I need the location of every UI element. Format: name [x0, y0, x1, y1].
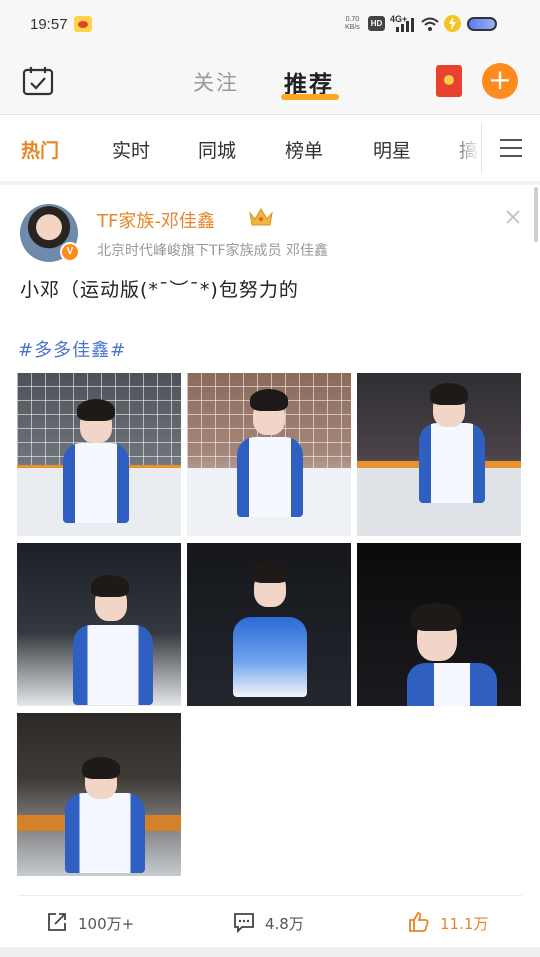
- top-header: 关注 推荐 +: [0, 50, 540, 114]
- active-tab-indicator: [281, 94, 339, 100]
- battery-icon: [467, 17, 497, 31]
- network-type: 4G+: [390, 14, 408, 24]
- author-subtitle: 北京时代峰峻旗下TF家族成员 邓佳鑫: [97, 243, 329, 259]
- status-bar: 19:57 0.70 KB/s HD 4G+: [0, 0, 540, 50]
- channel-divider: [481, 123, 482, 173]
- charging-icon: [444, 15, 461, 32]
- channel-celebrity[interactable]: 明星: [373, 136, 411, 163]
- post-image[interactable]: [357, 543, 521, 706]
- post-image[interactable]: [17, 713, 181, 876]
- author-name[interactable]: TF家族-邓佳鑫: [97, 207, 215, 233]
- network-speed-value: 0.70: [345, 16, 360, 23]
- comment-count: 4.8万: [265, 915, 304, 933]
- crown-icon: [249, 208, 273, 226]
- channel-bar: 热门 实时 同城 榜单 明星 搞: [0, 115, 540, 181]
- like-count: 11.1万: [440, 915, 489, 933]
- channel-fade: [448, 115, 480, 181]
- comment-icon: [234, 913, 254, 933]
- channel-local[interactable]: 同城: [198, 136, 236, 163]
- weibo-notification-icon: [74, 16, 92, 32]
- network-speed-unit: KB/s: [345, 24, 360, 31]
- signal-bar: [411, 18, 414, 32]
- tab-follow[interactable]: 关注: [193, 67, 239, 97]
- add-button[interactable]: +: [482, 63, 518, 99]
- wifi-icon: [421, 17, 439, 31]
- post-image[interactable]: [17, 543, 181, 706]
- close-icon[interactable]: [505, 209, 521, 225]
- channel-hot[interactable]: 热门: [21, 136, 59, 163]
- share-icon: [48, 913, 66, 931]
- like-icon: [409, 912, 429, 932]
- post-image[interactable]: [17, 373, 181, 536]
- next-card-edge: [0, 947, 540, 957]
- scrollbar[interactable]: [534, 187, 538, 242]
- post-image[interactable]: [187, 543, 351, 706]
- status-time: 19:57: [30, 16, 68, 33]
- calendar-checkin-icon[interactable]: [22, 66, 54, 96]
- verified-badge: V: [60, 242, 80, 262]
- signal-bar: [401, 24, 404, 32]
- channel-realtime[interactable]: 实时: [112, 136, 150, 163]
- signal-bar: [406, 21, 409, 32]
- post-text: 小邓（运动版(*¯︶¯*)包努力的: [20, 279, 299, 301]
- hashtag-link[interactable]: #多多佳鑫#: [18, 336, 126, 362]
- red-packet-icon[interactable]: [436, 65, 462, 97]
- signal-icon: 4G+: [390, 14, 416, 34]
- hd-icon: HD: [368, 16, 385, 31]
- post-card: V TF家族-邓佳鑫 北京时代峰峻旗下TF家族成员 邓佳鑫 小邓（运动版(*¯︶…: [0, 185, 540, 957]
- repost-count: 100万+: [78, 915, 135, 933]
- actions-divider: [18, 895, 522, 896]
- network-speed: 0.70 KB/s: [345, 16, 360, 32]
- menu-icon[interactable]: [500, 139, 522, 157]
- signal-bar: [396, 27, 399, 32]
- post-image[interactable]: [357, 373, 521, 536]
- post-image[interactable]: [187, 373, 351, 536]
- channel-ranking[interactable]: 榜单: [285, 136, 323, 163]
